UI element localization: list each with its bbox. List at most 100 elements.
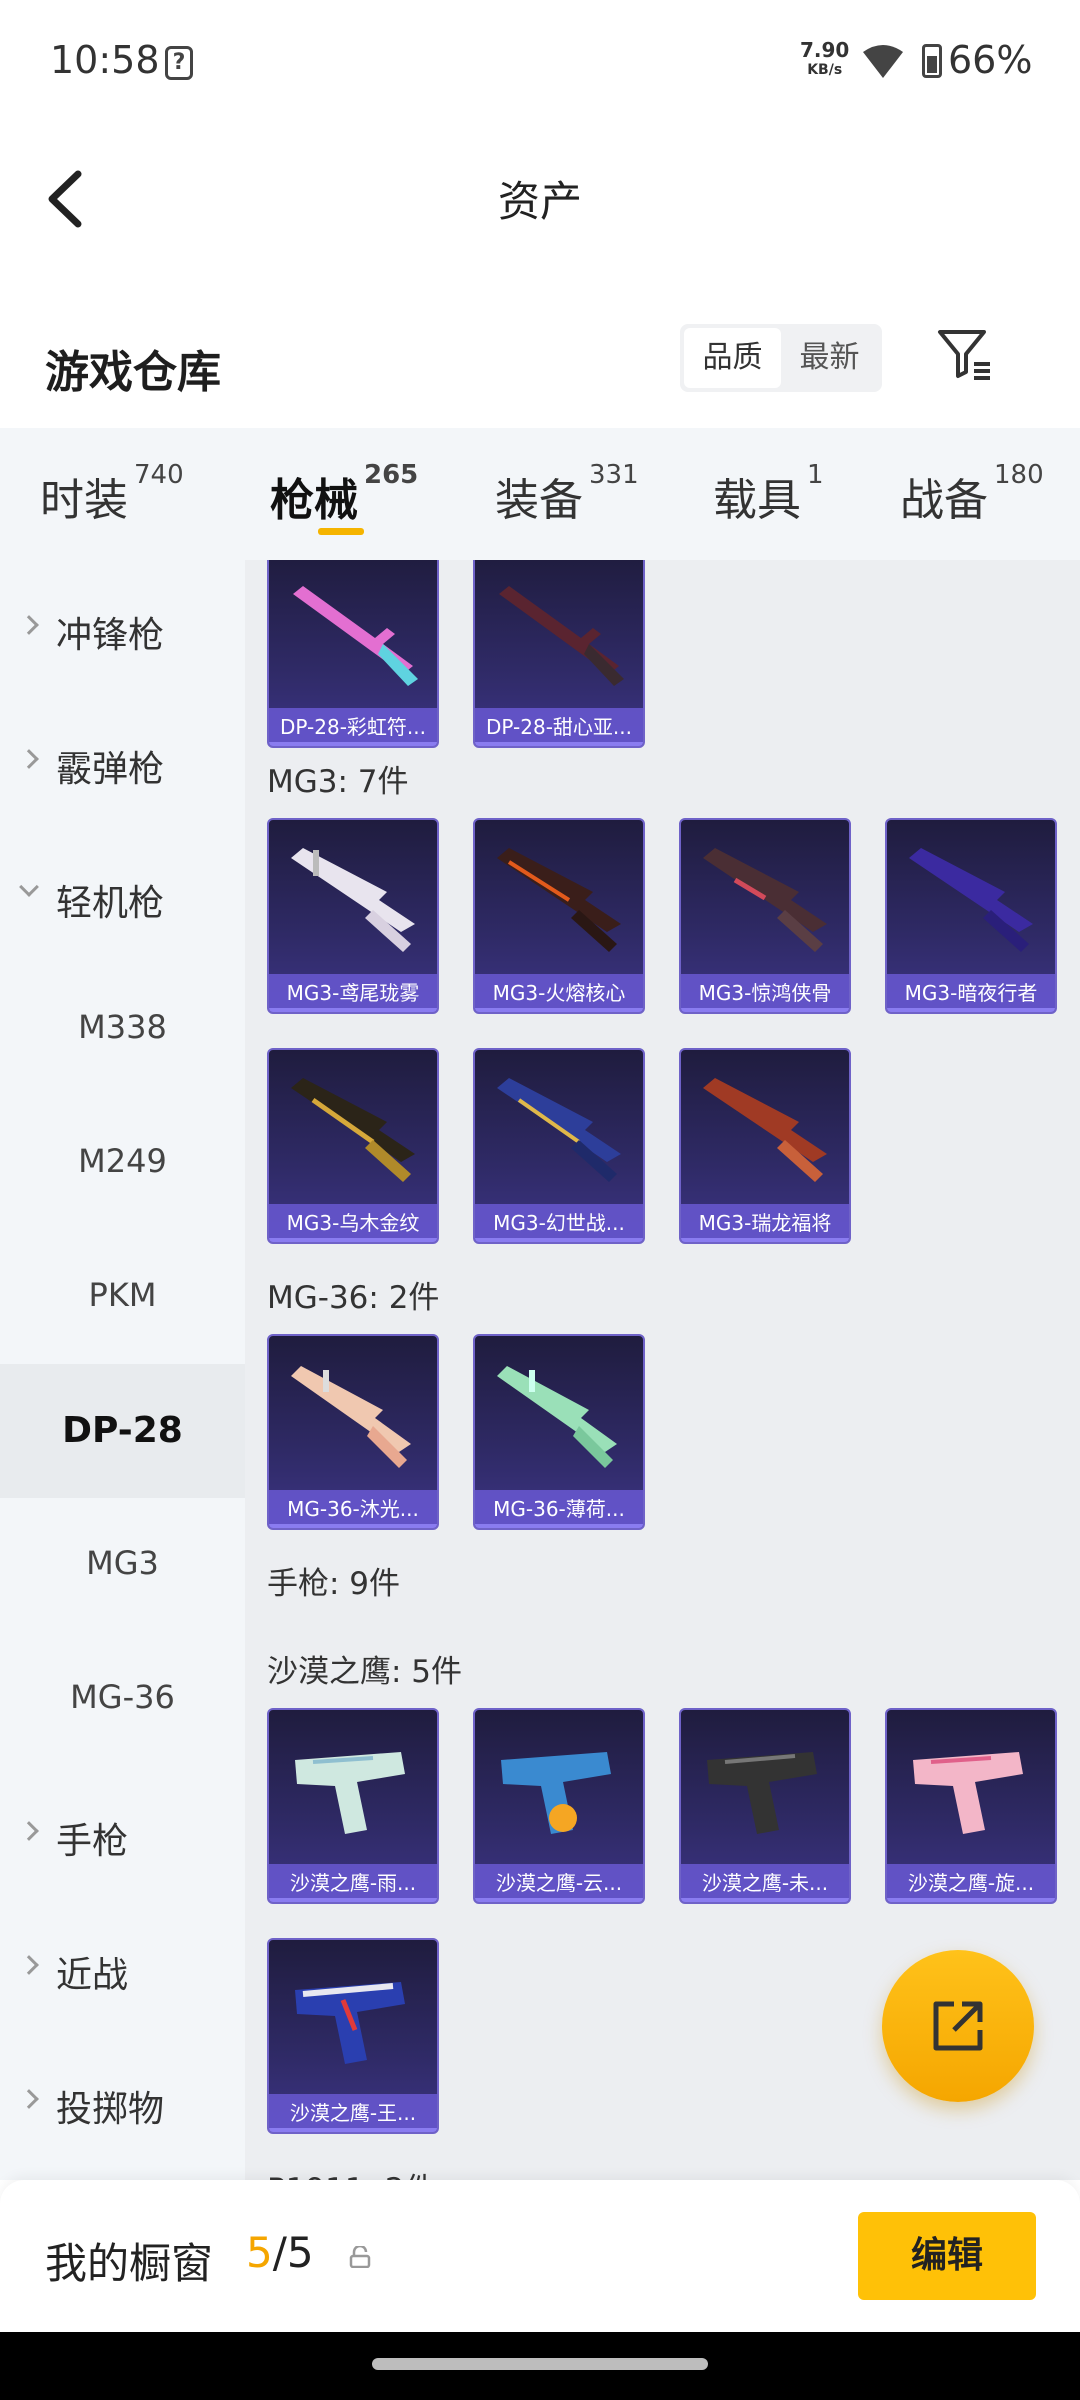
sidebar-item-pistol[interactable]: 手枪 <box>0 1766 245 1900</box>
section-title-mg3: MG3: 7件 <box>267 764 409 800</box>
item-name: MG3-乌木金纹 <box>269 1204 437 1242</box>
sidebar-subitem-mg36[interactable]: MG-36 <box>0 1632 245 1766</box>
chevron-right-icon <box>19 615 39 635</box>
item-card[interactable]: MG-36-沐光... <box>267 1334 439 1530</box>
sidebar-subitem-m338[interactable]: M338 <box>0 962 245 1096</box>
machine-gun-icon <box>703 848 827 952</box>
tab-firearms[interactable]: 枪械 265 <box>270 460 418 528</box>
item-card[interactable]: MG3-惊鸿侠骨 <box>679 818 851 1014</box>
item-card[interactable]: 沙漠之鹰-云... <box>473 1708 645 1904</box>
pistol-icon <box>707 1752 817 1834</box>
machine-gun-icon <box>497 848 621 952</box>
battery-percent: 66% <box>948 38 1033 82</box>
status-bar: 10:58 ? 7.90 KB/s 66% <box>0 0 1080 126</box>
pistol-icon <box>501 1752 611 1834</box>
item-card[interactable]: 沙漠之鹰-王... <box>267 1938 439 2134</box>
showcase-count-current: 5 <box>246 2228 273 2277</box>
item-card[interactable]: MG-36-薄荷... <box>473 1334 645 1530</box>
sidebar-item-melee[interactable]: 近战 <box>0 1900 245 2034</box>
item-name: MG3-暗夜行者 <box>887 974 1055 1012</box>
weapon-category-sidebar: 冲锋枪 霰弹枪 轻机枪 M338 M249 PKM DP-28 MG3 MG-3… <box>0 560 245 2180</box>
section-title-mg36: MG-36: 2件 <box>267 1280 440 1316</box>
item-card[interactable]: MG3-鸢尾珑雾 <box>267 818 439 1014</box>
sidebar-item-label: MG-36 <box>70 1678 175 1716</box>
tab-label: 时装 <box>40 475 128 526</box>
item-card[interactable]: DP-28-甜心亚... <box>473 560 645 748</box>
sidebar-subitem-pkm[interactable]: PKM <box>0 1230 245 1364</box>
page-title: 资产 <box>497 177 582 226</box>
item-name: MG3-鸢尾珑雾 <box>269 974 437 1012</box>
item-card[interactable]: MG3-火熔核心 <box>473 818 645 1014</box>
sort-option-quality[interactable]: 品质 <box>684 328 781 388</box>
tab-label: 枪械 <box>270 475 358 526</box>
sidebar-item-smg[interactable]: 冲锋枪 <box>0 560 245 694</box>
tab-count: 180 <box>994 460 1044 490</box>
rifle-icon <box>293 586 418 686</box>
sidebar-item-label: 轻机枪 <box>56 883 165 924</box>
sidebar-subitem-dp28[interactable]: DP-28 <box>0 1364 245 1498</box>
sidebar-item-label: PKM <box>88 1276 157 1314</box>
item-name: 沙漠之鹰-未... <box>681 1864 849 1902</box>
tab-count: 331 <box>589 460 639 490</box>
network-speed-value: 7.90 <box>800 38 850 62</box>
sort-toggle: 品质 最新 <box>680 324 882 392</box>
chevron-right-icon <box>19 1821 39 1841</box>
warehouse-header: 游戏仓库 品质 最新 <box>0 300 1080 426</box>
item-name: MG3-惊鸿侠骨 <box>681 974 849 1012</box>
sidebar-item-label: M338 <box>78 1008 167 1046</box>
help-icon: ? <box>165 46 193 80</box>
warehouse-title: 游戏仓库 <box>45 347 221 398</box>
item-card[interactable]: 沙漠之鹰-雨... <box>267 1708 439 1904</box>
tab-vehicles[interactable]: 载具 1 <box>713 460 824 528</box>
sidebar-item-label: 手枪 <box>56 1821 129 1862</box>
sidebar-item-label: M249 <box>78 1142 167 1180</box>
sidebar-item-label: 霰弹枪 <box>56 749 165 790</box>
home-gesture-handle[interactable] <box>372 2358 708 2370</box>
machine-gun-icon <box>291 848 415 952</box>
sidebar-item-label: 近战 <box>56 1955 129 1996</box>
edit-button[interactable]: 编辑 <box>858 2212 1036 2300</box>
tab-combat-gear[interactable]: 战备 180 <box>900 460 1044 528</box>
rifle-icon <box>497 1366 617 1468</box>
sidebar-item-lmg[interactable]: 轻机枪 <box>0 828 245 962</box>
app-header: 资产 <box>0 126 1080 266</box>
item-grid: DP-28-彩虹符... DP-28-甜心亚... MG3: 7件 MG3-鸢尾… <box>245 560 1080 2180</box>
item-card[interactable]: 沙漠之鹰-未... <box>679 1708 851 1904</box>
pistol-icon <box>295 1982 405 2064</box>
wifi-icon <box>863 45 903 78</box>
sidebar-subitem-mg3[interactable]: MG3 <box>0 1498 245 1632</box>
machine-gun-icon <box>909 848 1033 952</box>
tab-fashion[interactable]: 时装 740 <box>40 460 184 528</box>
item-card[interactable]: MG3-暗夜行者 <box>885 818 1057 1014</box>
machine-gun-icon <box>291 1078 415 1182</box>
chevron-right-icon <box>19 2089 39 2109</box>
battery-icon <box>922 44 942 78</box>
item-name: 沙漠之鹰-雨... <box>269 1864 437 1902</box>
filter-icon[interactable] <box>934 324 994 384</box>
network-speed: 7.90 KB/s <box>800 40 849 80</box>
tab-equipment[interactable]: 装备 331 <box>495 460 639 528</box>
section-title-p1911: P1911: 2件 <box>267 2164 436 2180</box>
item-card[interactable]: 沙漠之鹰-旋... <box>885 1708 1057 1904</box>
pistol-icon <box>913 1752 1023 1834</box>
tab-label: 战备 <box>900 475 988 526</box>
item-name: MG3-火熔核心 <box>475 974 643 1012</box>
sidebar-subitem-m249[interactable]: M249 <box>0 1096 245 1230</box>
item-name: DP-28-彩虹符... <box>269 708 437 746</box>
sidebar-item-label: MG3 <box>86 1544 159 1582</box>
item-card[interactable]: MG3-瑞龙福将 <box>679 1048 851 1244</box>
section-title-pistol: 手枪: 9件 <box>267 1566 401 1602</box>
sidebar-item-shotgun[interactable]: 霰弹枪 <box>0 694 245 828</box>
machine-gun-icon <box>497 1078 621 1182</box>
item-name: MG3-幻世战... <box>475 1204 643 1242</box>
item-card[interactable]: DP-28-彩虹符... <box>267 560 439 748</box>
item-card[interactable]: MG3-乌木金纹 <box>267 1048 439 1244</box>
tab-label: 载具 <box>713 475 801 526</box>
sidebar-item-throwable[interactable]: 投掷物 <box>0 2034 245 2168</box>
item-name: 沙漠之鹰-云... <box>475 1864 643 1902</box>
share-button[interactable] <box>882 1950 1034 2102</box>
item-card[interactable]: MG3-幻世战... <box>473 1048 645 1244</box>
showcase-count-total: /5 <box>272 2228 314 2277</box>
sort-option-newest[interactable]: 最新 <box>781 328 878 388</box>
tab-count: 1 <box>807 460 824 490</box>
